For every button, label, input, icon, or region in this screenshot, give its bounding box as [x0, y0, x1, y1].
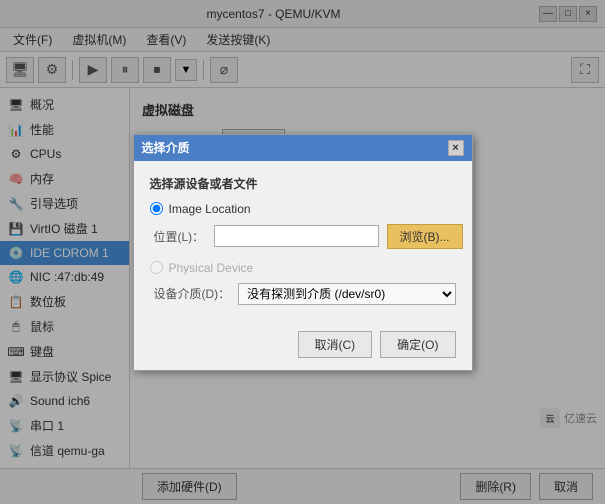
physical-device-radio[interactable] [150, 261, 163, 274]
modal-close-button[interactable]: × [448, 140, 464, 156]
browse-button[interactable]: 浏览(B)... [387, 224, 463, 249]
modal-cancel-button[interactable]: 取消(C) [298, 331, 373, 358]
location-input[interactable] [214, 225, 379, 247]
modal-dialog: 选择介质 × 选择源设备或者文件 Image Location 位置(L)： 浏… [133, 134, 473, 371]
device-quality-label: 设备介质(D)： [154, 285, 231, 302]
device-quality-select[interactable]: 没有探测到介质 (/dev/sr0) [238, 283, 455, 305]
modal-body: 选择源设备或者文件 Image Location 位置(L)： 浏览(B)...… [134, 161, 472, 331]
location-row: 位置(L)： 浏览(B)... [154, 224, 456, 249]
physical-device-label: Physical Device [169, 261, 254, 275]
modal-title-bar: 选择介质 × [134, 135, 472, 161]
position-label: 位置(L)： [154, 228, 206, 245]
modal-overlay: 选择介质 × 选择源设备或者文件 Image Location 位置(L)： 浏… [0, 0, 605, 504]
modal-title: 选择介质 [142, 139, 190, 156]
image-location-label: Image Location [169, 202, 251, 216]
modal-footer: 取消(C) 确定(O) [134, 331, 472, 370]
physical-device-row: Physical Device [150, 261, 456, 275]
image-location-row: Image Location [150, 202, 456, 216]
device-quality-row: 设备介质(D)： 没有探测到介质 (/dev/sr0) [154, 283, 456, 305]
modal-section-title: 选择源设备或者文件 [150, 175, 456, 192]
image-location-radio[interactable] [150, 202, 163, 215]
modal-confirm-button[interactable]: 确定(O) [380, 331, 455, 358]
